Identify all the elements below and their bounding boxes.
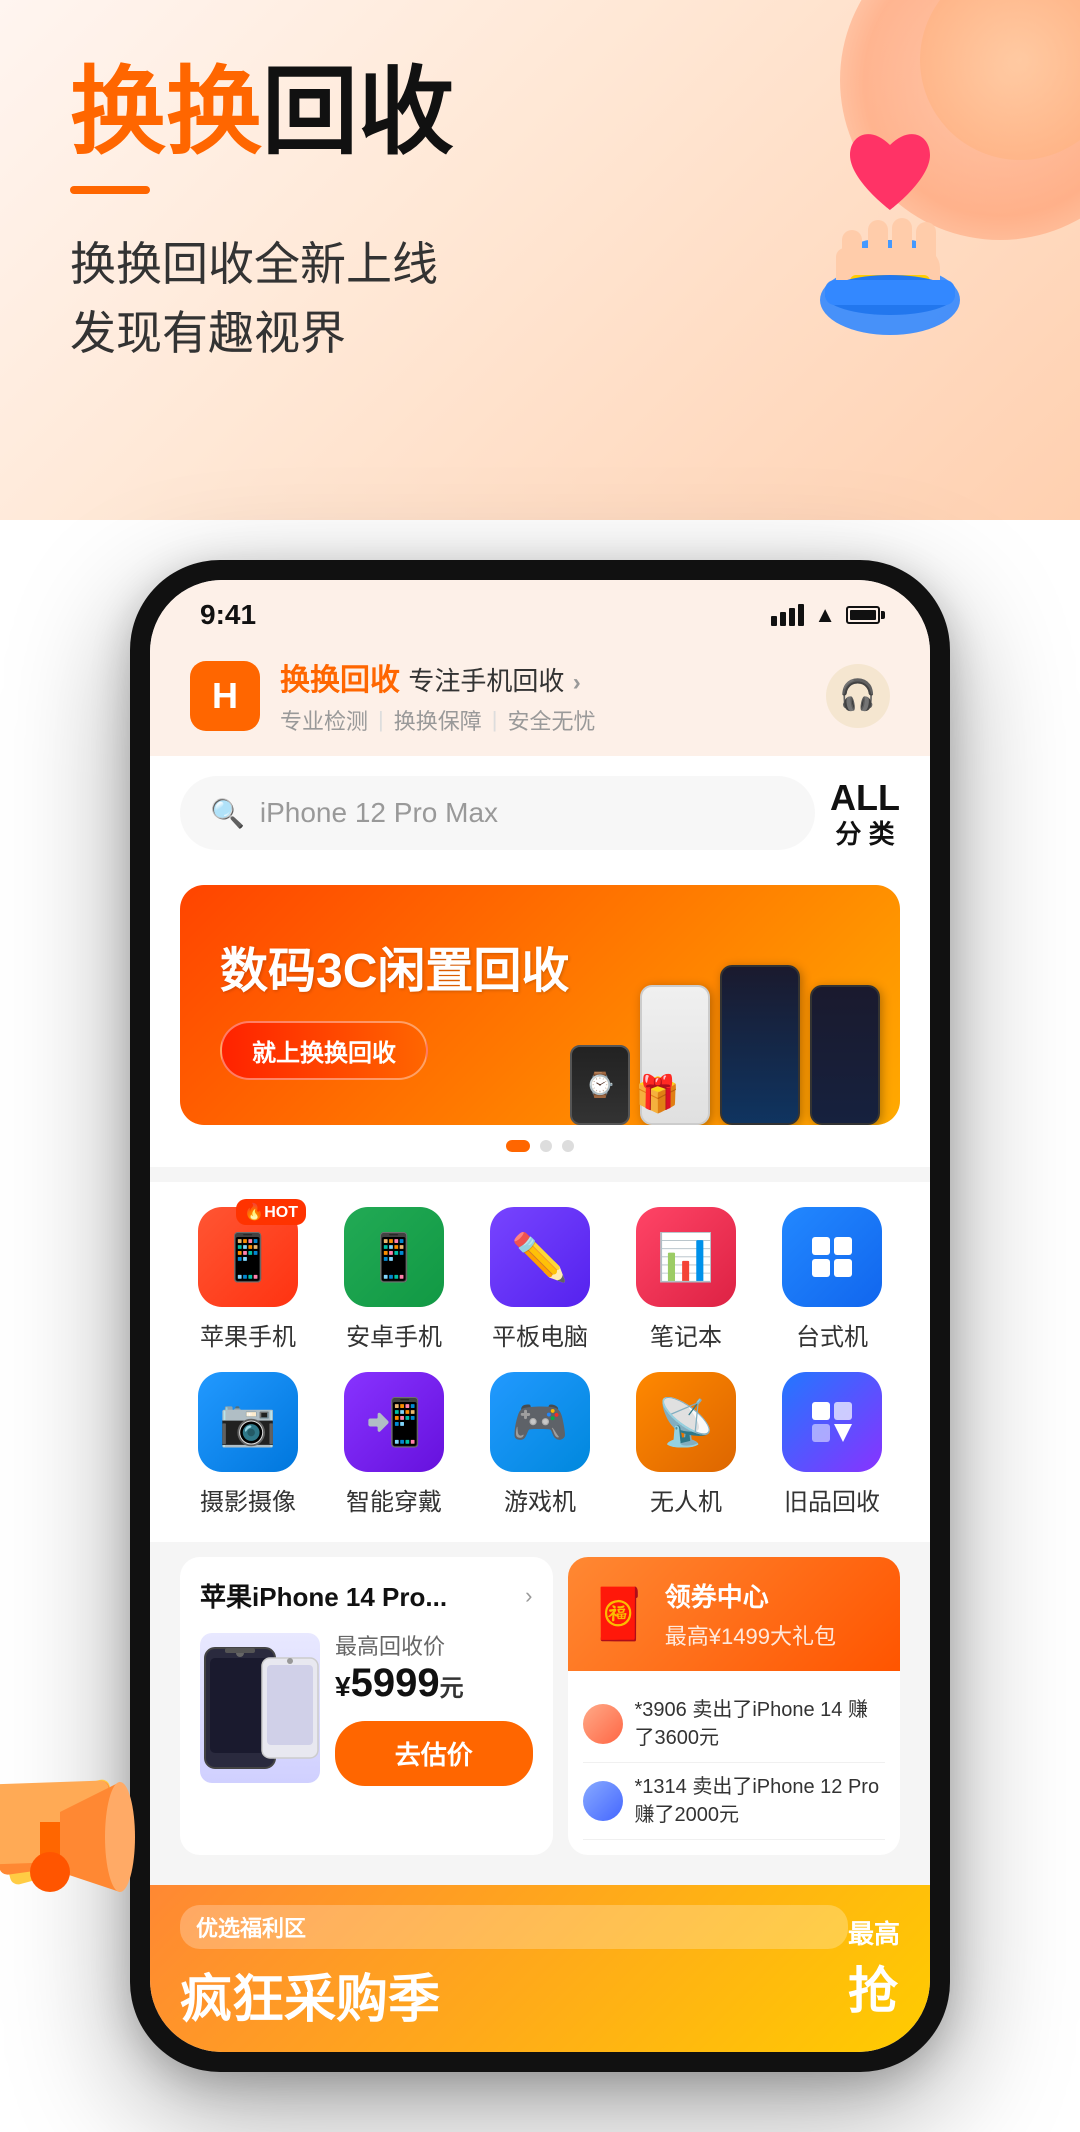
hero-title-black: 回收 (262, 59, 454, 166)
phone-inner: 9:41 ▲ H (150, 580, 930, 2052)
dot-2[interactable] (540, 1140, 552, 1152)
coupon-icon: 🧧 (588, 1585, 650, 1644)
hero-section: 换换回收 换换回收全新上线 发现有趣视界 (0, 0, 1080, 520)
dot-3[interactable] (562, 1140, 574, 1152)
category-game[interactable]: 🎮 游戏机 (472, 1372, 608, 1517)
bottom-banner-content: 优选福利区 疯狂采购季 (180, 1905, 848, 2032)
laptop-icon: 📊 (636, 1207, 736, 1307)
phone-mockup: 9:41 ▲ H (130, 560, 950, 2072)
category-wearable[interactable]: 📲 智能穿戴 (326, 1372, 462, 1517)
search-bar[interactable]: 🔍 iPhone 12 Pro Max (180, 776, 815, 850)
game-icon: 🎮 (490, 1372, 590, 1472)
bottom-banner[interactable]: 优选福利区 疯狂采购季 最高 抢 (150, 1885, 930, 2052)
laptop-label: 笔记本 (650, 1317, 722, 1352)
wearable-icon: 📲 (344, 1372, 444, 1472)
app-header-text: 换换回收 专注手机回收 › 专业检测 | 换换保障 | 安全无忧 (260, 655, 826, 736)
phone-section: 9:41 ▲ H (0, 520, 1080, 2132)
status-icons: ▲ (771, 602, 880, 628)
activity-item-2: *1314 卖出了iPhone 12 Pro 赚了2000元 (583, 1763, 886, 1840)
activity-list: *3906 卖出了iPhone 14 赚了3600元 *1314 卖出了iPho… (568, 1671, 901, 1855)
bottom-cards: 苹果iPhone 14 Pro... › (150, 1542, 930, 1870)
wifi-icon: ▲ (814, 602, 836, 628)
coupon-info: 领券中心 最高¥1499大礼包 (665, 1577, 836, 1651)
category-camera[interactable]: 📷 摄影摄像 (180, 1372, 316, 1517)
activity-text-2: *1314 卖出了iPhone 12 Pro 赚了2000元 (635, 1773, 886, 1829)
activity-item-1: *3906 卖出了iPhone 14 赚了3600元 (583, 1686, 886, 1763)
recycle-label: 旧品回收 (784, 1482, 880, 1517)
category-desktop[interactable]: 台式机 (764, 1207, 900, 1352)
product-row: 最高回收价 ¥5999元 去估价 (200, 1629, 533, 1786)
product-info: 最高回收价 ¥5999元 去估价 (335, 1629, 533, 1786)
app-header: H 换换回收 专注手机回收 › 专业检测 | 换换保障 | 安全无忧 (150, 640, 930, 756)
tablet-label: 平板电脑 (492, 1317, 588, 1352)
app-header-subtitle: 专业检测 | 换换保障 | 安全无忧 (280, 704, 826, 736)
avatar-1 (583, 1704, 623, 1744)
wearable-label: 智能穿戴 (346, 1482, 442, 1517)
android-icon: 📱 (344, 1207, 444, 1307)
apple-icon: 📱 🔥HOT (198, 1207, 298, 1307)
coupon-desc: 最高¥1499大礼包 (665, 1619, 836, 1651)
banner-button[interactable]: 就上换换回收 (220, 1021, 428, 1080)
coupon-card: 🧧 领券中心 最高¥1499大礼包 *3906 卖出了iPhone 14 赚了3… (568, 1557, 901, 1855)
activity-text-1: *3906 卖出了iPhone 14 赚了3600元 (635, 1696, 886, 1752)
price-label: 最高回收价 (335, 1629, 533, 1661)
categories-section: 📱 🔥HOT 苹果手机 📱 安卓手机 ✏️ 平板电脑 📊 (150, 1182, 930, 1542)
product-title: 苹果iPhone 14 Pro... (200, 1577, 447, 1614)
game-label: 游戏机 (504, 1482, 576, 1517)
search-icon: 🔍 (210, 797, 245, 830)
hero-title-orange: 换换 (70, 59, 262, 166)
desktop-label: 台式机 (796, 1317, 868, 1352)
tablet-icon: ✏️ (490, 1207, 590, 1307)
status-bar: 9:41 ▲ (150, 580, 930, 640)
category-tablet[interactable]: ✏️ 平板电脑 (472, 1207, 608, 1352)
product-card: 苹果iPhone 14 Pro... › (180, 1557, 553, 1855)
app-header-title: 换换回收 专注手机回收 › (280, 655, 826, 699)
bottom-banner-badge: 优选福利区 (180, 1905, 848, 1949)
banner-section: 数码3C闲置回收 就上换换回收 ⌚ 🎁 (150, 870, 930, 1167)
coupon-title: 领券中心 (665, 1577, 836, 1614)
category-drone[interactable]: 📡 无人机 (618, 1372, 754, 1517)
category-laptop[interactable]: 📊 笔记本 (618, 1207, 754, 1352)
banner[interactable]: 数码3C闲置回收 就上换换回收 ⌚ 🎁 (180, 885, 900, 1125)
coupon-top[interactable]: 🧧 领券中心 最高¥1499大礼包 (568, 1557, 901, 1671)
service-icon[interactable]: 🎧 (826, 664, 890, 728)
battery-icon (846, 606, 880, 624)
hero-divider (70, 186, 150, 194)
status-time: 9:41 (200, 599, 256, 631)
estimate-button[interactable]: 去估价 (335, 1721, 533, 1786)
signal-icon (771, 604, 804, 626)
app-logo: H (190, 661, 260, 731)
drone-label: 无人机 (650, 1482, 722, 1517)
android-label: 安卓手机 (346, 1317, 442, 1352)
apple-label: 苹果手机 (200, 1317, 296, 1352)
search-section: 🔍 iPhone 12 Pro Max ALL 分 类 (150, 756, 930, 870)
category-android[interactable]: 📱 安卓手机 (326, 1207, 462, 1352)
camera-icon: 📷 (198, 1372, 298, 1472)
all-categories-button[interactable]: ALL 分 类 (830, 776, 900, 850)
product-arrow[interactable]: › (525, 1583, 532, 1609)
camera-label: 摄影摄像 (200, 1482, 296, 1517)
category-apple[interactable]: 📱 🔥HOT 苹果手机 (180, 1207, 316, 1352)
product-card-header: 苹果iPhone 14 Pro... › (200, 1577, 533, 1614)
category-recycle[interactable]: 旧品回收 (764, 1372, 900, 1517)
product-price: ¥5999元 (335, 1661, 533, 1706)
search-placeholder: iPhone 12 Pro Max (260, 797, 498, 829)
dot-1[interactable] (506, 1140, 530, 1152)
product-image (200, 1633, 320, 1783)
drone-icon: 📡 (636, 1372, 736, 1472)
bottom-banner-right: 最高 抢 (848, 1914, 900, 2023)
desktop-icon (782, 1207, 882, 1307)
avatar-2 (583, 1781, 623, 1821)
categories-grid: 📱 🔥HOT 苹果手机 📱 安卓手机 ✏️ 平板电脑 📊 (180, 1207, 900, 1517)
recycle-icon (782, 1372, 882, 1472)
deco-left (0, 1732, 160, 1932)
hero-character (760, 80, 1020, 340)
bottom-banner-title: 疯狂采购季 (180, 1957, 848, 2032)
banner-dots (180, 1140, 900, 1152)
banner-phones: ⌚ (570, 965, 880, 1125)
